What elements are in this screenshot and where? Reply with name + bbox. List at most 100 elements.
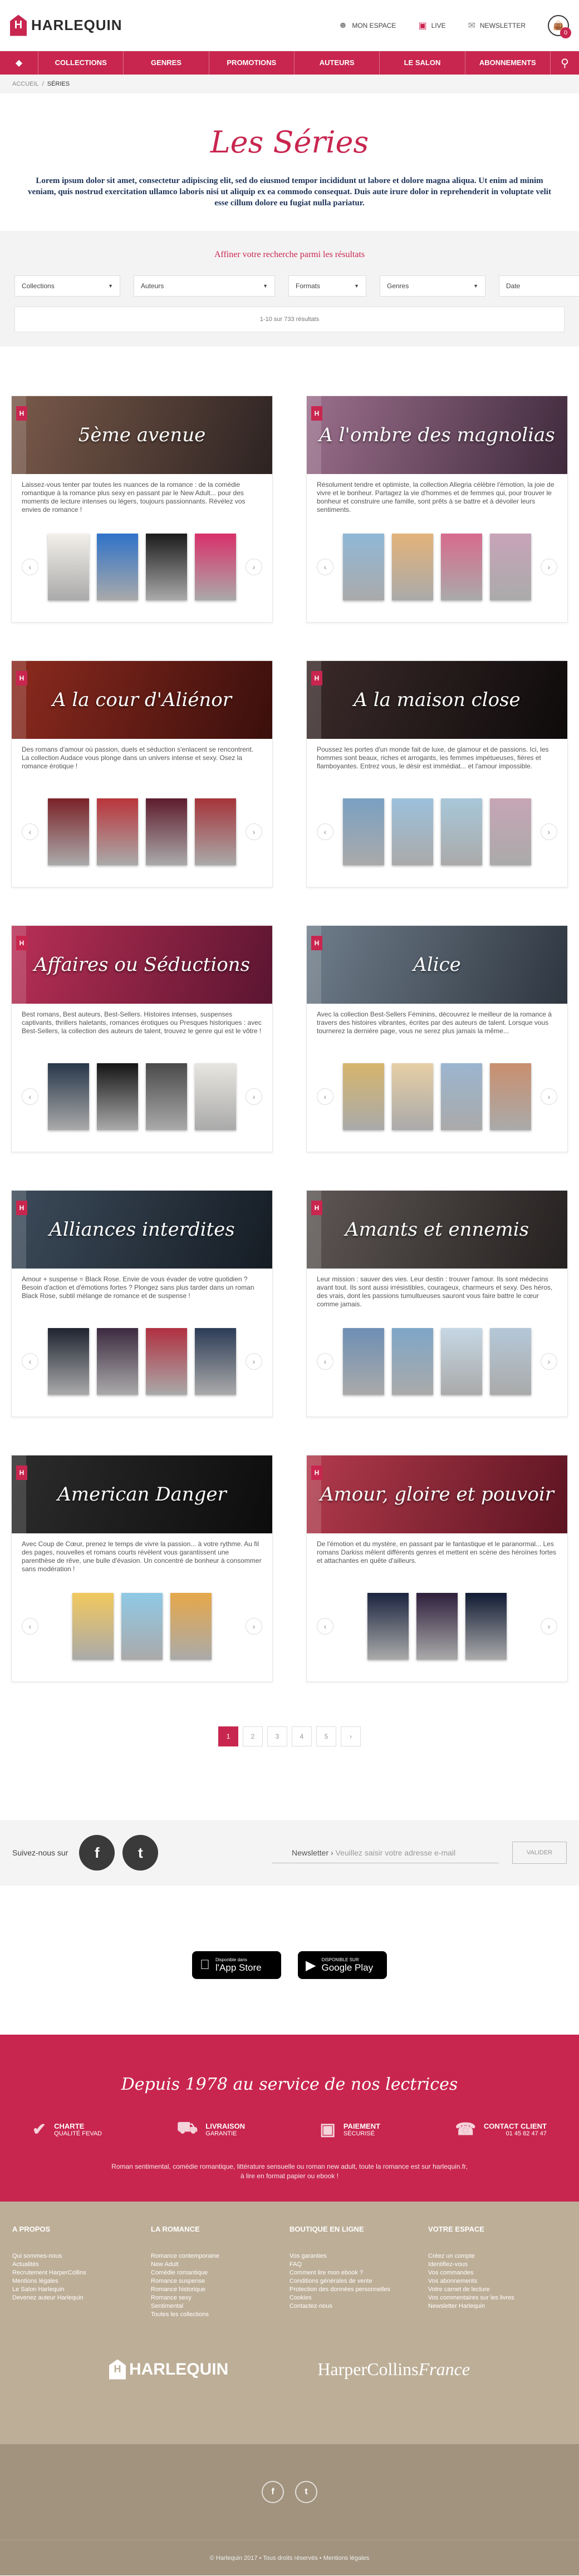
book-cover[interactable] <box>146 798 187 865</box>
book-cover[interactable] <box>392 1328 433 1395</box>
footer-link[interactable]: Recrutement HarperCollins <box>12 2269 151 2277</box>
chevron-right-icon[interactable]: › <box>246 823 262 840</box>
footer-link[interactable]: Vos commandes <box>428 2269 567 2277</box>
series-card[interactable]: H A la cour d'Aliénor Des romans d'amour… <box>11 660 273 887</box>
nav-abonnements[interactable]: ABONNEMENTS <box>464 51 550 75</box>
book-cover[interactable] <box>195 534 236 600</box>
book-cover[interactable] <box>441 534 482 600</box>
series-card[interactable]: H Alliances interdites Amour + suspense … <box>11 1190 273 1417</box>
chevron-left-icon[interactable]: ‹ <box>317 1088 333 1105</box>
app-store-button[interactable]:  Disponible dansl'App Store <box>192 1951 281 1979</box>
chevron-right-icon[interactable]: › <box>246 1088 262 1105</box>
footer-link[interactable]: Romance contemporaine <box>151 2252 290 2261</box>
nav-promotions[interactable]: PROMOTIONS <box>208 51 294 75</box>
series-banner[interactable]: H Alice <box>307 926 567 1004</box>
book-cover[interactable] <box>441 1063 482 1130</box>
harlequin-logo[interactable]: H HARLEQUIN <box>10 14 122 36</box>
series-card[interactable]: H Alice Avec la collection Best-Sellers … <box>306 925 568 1152</box>
footer-link[interactable]: Votre carnet de lecture <box>428 2286 567 2294</box>
footer-link[interactable]: Actualités <box>12 2261 151 2269</box>
home-icon[interactable]: ◆ <box>0 51 38 75</box>
series-banner[interactable]: H A l'ombre des magnolias <box>307 396 567 474</box>
chevron-left-icon[interactable]: ‹ <box>317 1618 333 1635</box>
twitter-icon[interactable]: t <box>122 1835 159 1871</box>
chevron-right-icon[interactable]: › <box>541 1353 557 1370</box>
breadcrumb-home[interactable]: ACCUEIL <box>12 81 39 87</box>
live-link[interactable]: ▣ LIVE <box>418 20 445 31</box>
book-cover[interactable] <box>367 1593 409 1660</box>
footer-link[interactable]: Protection des données personnelles <box>290 2286 428 2294</box>
chevron-left-icon[interactable]: ‹ <box>22 1088 38 1105</box>
page-button[interactable]: 4 <box>292 1726 312 1746</box>
facebook-icon[interactable]: f <box>262 2481 284 2503</box>
footer-link[interactable]: Contactez-nous <box>290 2302 428 2311</box>
book-cover[interactable] <box>48 1063 89 1130</box>
footer-link[interactable]: Newsletter Harlequin <box>428 2302 567 2311</box>
chevron-right-icon[interactable]: › <box>246 1618 262 1635</box>
footer-link[interactable]: Créez un compte <box>428 2252 567 2261</box>
series-card[interactable]: H Amants et ennemis Leur mission : sauve… <box>306 1190 568 1417</box>
footer-link[interactable]: Qui sommes-nous <box>12 2252 151 2261</box>
footer-link[interactable]: Romance historique <box>151 2286 290 2294</box>
footer-link[interactable]: Vos abonnements <box>428 2277 567 2286</box>
book-cover[interactable] <box>416 1593 458 1660</box>
footer-link[interactable]: Romance sexy <box>151 2294 290 2302</box>
newsletter-link[interactable]: ✉ NEWSLETTER <box>468 20 526 31</box>
filter-date[interactable]: Date▼ <box>499 275 579 297</box>
footer-harpercollins-logo[interactable]: HarperCollinsFrance <box>317 2359 470 2380</box>
footer-link[interactable]: Toutes les collections <box>151 2311 290 2319</box>
series-banner[interactable]: H A la maison close <box>307 661 567 739</box>
next-page-button[interactable]: › <box>341 1726 361 1746</box>
series-card[interactable]: H A l'ombre des magnolias Résolument ten… <box>306 396 568 623</box>
newsletter-submit-button[interactable]: VALIDER <box>512 1842 567 1864</box>
series-banner[interactable]: H 5ème avenue <box>12 396 272 474</box>
series-card[interactable]: H A la maison close Poussez les portes d… <box>306 660 568 887</box>
book-cover[interactable] <box>170 1593 212 1660</box>
footer-link[interactable]: Mentions légales <box>12 2277 151 2286</box>
book-cover[interactable] <box>490 1328 531 1395</box>
nav-le-salon[interactable]: LE SALON <box>379 51 464 75</box>
page-button[interactable]: 2 <box>243 1726 263 1746</box>
page-button[interactable]: 1 <box>218 1726 238 1746</box>
feature-contact[interactable]: ☎ CONTACT CLIENT 01 45 82 47 47 <box>455 2119 547 2140</box>
series-banner[interactable]: H American Danger <box>12 1455 272 1533</box>
series-card[interactable]: H Amour, gloire et pouvoir De l'émotion … <box>306 1455 568 1682</box>
book-cover[interactable] <box>121 1593 163 1660</box>
book-cover[interactable] <box>48 798 89 865</box>
footer-link[interactable]: Romance suspense <box>151 2277 290 2286</box>
cart-button[interactable]: 👜 0 <box>548 14 571 38</box>
page-button[interactable]: 3 <box>267 1726 287 1746</box>
book-cover[interactable] <box>392 1063 433 1130</box>
chevron-left-icon[interactable]: ‹ <box>22 823 38 840</box>
series-banner[interactable]: H Alliances interdites <box>12 1191 272 1269</box>
nav-genres[interactable]: GENRES <box>123 51 208 75</box>
book-cover[interactable] <box>146 534 187 600</box>
chevron-left-icon[interactable]: ‹ <box>22 559 38 575</box>
chevron-right-icon[interactable]: › <box>541 823 557 840</box>
facebook-icon[interactable]: f <box>79 1835 115 1871</box>
book-cover[interactable] <box>392 534 433 600</box>
chevron-right-icon[interactable]: › <box>541 559 557 575</box>
my-account-link[interactable]: ☻ MON ESPACE <box>338 21 396 31</box>
series-card[interactable]: H Affaires ou Séductions Best romans, Be… <box>11 925 273 1152</box>
footer-link[interactable]: FAQ <box>290 2261 428 2269</box>
search-icon[interactable]: ⚲ <box>549 51 579 75</box>
filter-auteurs[interactable]: Auteurs ▼ <box>134 275 275 297</box>
book-cover[interactable] <box>48 1328 89 1395</box>
filter-collections[interactable]: Collections ▼ <box>14 275 120 297</box>
nav-auteurs[interactable]: AUTEURS <box>293 51 379 75</box>
book-cover[interactable] <box>490 534 531 600</box>
chevron-left-icon[interactable]: ‹ <box>317 1353 333 1370</box>
footer-link[interactable]: Conditions générales de vente <box>290 2277 428 2286</box>
book-cover[interactable] <box>441 1328 482 1395</box>
book-cover[interactable] <box>195 798 236 865</box>
chevron-left-icon[interactable]: ‹ <box>317 559 333 575</box>
book-cover[interactable] <box>490 798 531 865</box>
chevron-right-icon[interactable]: › <box>541 1618 557 1635</box>
book-cover[interactable] <box>97 534 138 600</box>
book-cover[interactable] <box>97 1063 138 1130</box>
footer-link[interactable]: Cookies <box>290 2294 428 2302</box>
book-cover[interactable] <box>490 1063 531 1130</box>
book-cover[interactable] <box>343 798 384 865</box>
footer-link[interactable]: Identifiez-vous <box>428 2261 567 2269</box>
